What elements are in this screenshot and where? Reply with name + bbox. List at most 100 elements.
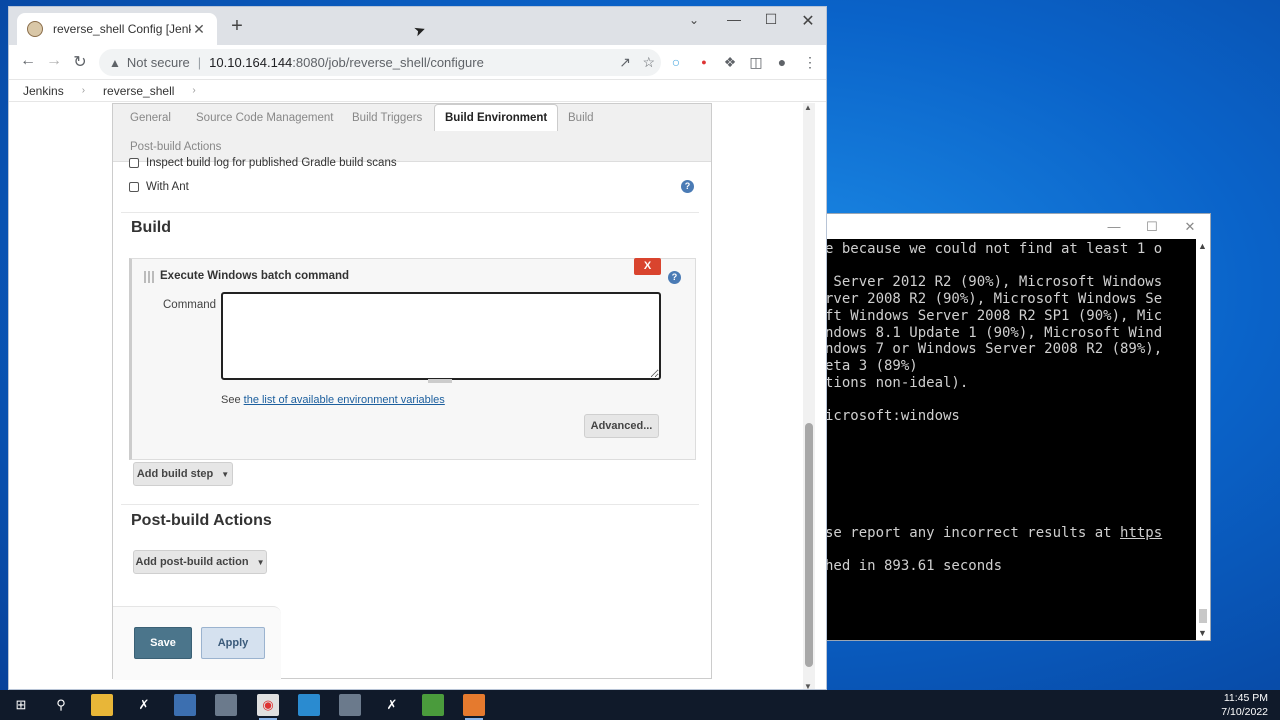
with-ant-label: With Ant [146,181,189,193]
chrome-icon[interactable]: ◉ [257,694,279,720]
maximize-icon[interactable]: ☐ [756,11,786,28]
app-x-icon[interactable]: ✗ [381,694,403,716]
file-explorer-icon[interactable] [91,694,113,716]
config-form: General Source Code Management Build Tri… [112,103,712,680]
terminal-line: se report any incorrect results at https [825,525,1197,542]
windows-start-icon[interactable]: ⊞ [10,694,32,716]
advanced-button[interactable]: Advanced... [584,414,659,438]
breadcrumb-arrow-icon[interactable]: › [192,85,195,96]
record-icon[interactable]: ● [695,57,713,67]
breadcrumb-job[interactable]: reverse_shell [103,84,174,98]
app-x-icon[interactable]: ✗ [133,694,155,716]
save-bar: Save Apply [113,606,281,680]
maximize-icon[interactable]: ☐ [1137,217,1167,237]
add-build-step-button[interactable]: Add build step ▼ [133,462,233,486]
scroll-down-icon[interactable]: ▼ [804,682,812,689]
kebab-menu-icon[interactable]: ⋮ [801,54,819,71]
terminal-line [825,258,1197,275]
security-label[interactable]: Not secure [127,55,190,70]
scroll-down-icon[interactable]: ▼ [1198,628,1207,638]
tab-general[interactable]: General [130,112,171,124]
with-ant-checkbox[interactable] [129,182,139,192]
address-bar[interactable]: ▲ Not secure | 10.10.164.144 :8080/job/r… [99,49,661,76]
post-build-section-title: Post-build Actions [131,512,272,529]
tab-build[interactable]: Build [568,112,594,124]
help-icon[interactable]: ? [681,180,694,193]
delete-step-button[interactable]: X [634,258,661,275]
add-post-build-action-button[interactable]: Add post-build action ▼ [133,550,267,574]
forward-arrow-icon[interactable]: → [43,52,65,70]
tab-source-code-management[interactable]: Source Code Management [196,112,333,124]
network-app-icon[interactable] [174,694,196,716]
close-icon[interactable]: ✕ [1175,217,1205,237]
reload-icon[interactable]: ↻ [69,52,91,72]
save-button[interactable]: Save [134,627,192,659]
command-textarea[interactable] [221,292,661,380]
terminal-line [825,492,1197,509]
terminal-line: eta 3 (89%) [825,358,1197,375]
terminal-window[interactable]: — ☐ ✕ e because we could not find at lea… [810,213,1211,641]
server-manager-icon[interactable] [215,694,237,716]
taskbar: ⊞ ⚲ ✗ ◉ ✗ 11:45 PM 7/10/2022 [0,690,1280,720]
browser-tab[interactable]: reverse_shell Config [Jenkins] ✕ [17,13,217,45]
minimize-icon[interactable]: — [1099,217,1129,237]
terminal-line: rver 2008 R2 (90%), Microsoft Windows Se [825,291,1197,308]
extensions-puzzle-icon[interactable]: ❖ [721,54,739,71]
gradle-option[interactable]: Inspect build log for published Gradle b… [129,157,397,169]
textarea-resize-grip[interactable] [428,379,452,383]
build-step: Execute Windows batch command X ? Comman… [129,258,696,460]
terminal-line-text: icrosoft:windows [825,408,960,425]
share-icon[interactable]: ↗ [619,54,631,71]
tab-search-icon[interactable]: ⌄ [679,13,709,27]
terminal-link[interactable]: https [1120,525,1162,541]
extension-circle-icon[interactable]: ○ [667,54,685,70]
scroll-thumb[interactable] [1199,609,1207,623]
close-icon[interactable]: ✕ [793,11,823,31]
minimize-icon[interactable]: — [719,11,749,27]
clock-date: 7/10/2022 [1221,706,1268,718]
tab-build-triggers[interactable]: Build Triggers [352,112,422,124]
taskbar-clock[interactable]: 11:45 PM 7/10/2022 [1221,691,1268,719]
caret-down-icon: ▼ [221,469,230,479]
terminal-line-text: eta 3 (89%) [825,357,918,374]
build-step-title: Execute Windows batch command [160,270,350,282]
scroll-up-icon[interactable]: ▲ [1198,241,1207,251]
page-scrollbar[interactable]: ▲ ▼ [803,103,815,689]
computer-icon[interactable] [339,694,361,716]
gradle-checkbox[interactable] [129,158,139,168]
terminal-scrollbar[interactable]: ▲ ▼ [1196,239,1210,640]
with-ant-option[interactable]: With Ant [129,181,189,193]
scroll-up-icon[interactable]: ▲ [804,103,812,112]
add-build-step-label: Add build step [136,468,214,480]
warning-icon[interactable]: ▲ [109,56,121,70]
breadcrumb-jenkins[interactable]: Jenkins [23,84,64,98]
terminal-line: ft Windows Server 2008 R2 SP1 (90%), Mic [825,308,1197,325]
new-tab-icon[interactable]: + [227,15,247,38]
apply-button[interactable]: Apply [201,627,265,659]
terminal-line-text: ft Windows Server 2008 R2 SP1 (90%), Mic [825,307,1163,324]
tab-post-build-actions[interactable]: Post-build Actions [130,141,221,153]
back-arrow-icon[interactable]: ← [17,52,39,70]
terminal-line [825,542,1197,559]
drag-handle-icon[interactable] [144,271,154,283]
help-icon[interactable]: ? [668,271,681,284]
terminal-line [825,458,1197,475]
profile-avatar-icon[interactable]: ● [773,54,791,70]
terminal-line [825,441,1197,458]
bookmark-star-icon[interactable]: ☆ [642,54,655,71]
side-panel-icon[interactable]: ◫ [747,54,765,71]
terminal-line-text: e because we could not find at least 1 o [825,241,1163,257]
terminal-titlebar[interactable]: — ☐ ✕ [811,214,1210,239]
close-tab-icon[interactable]: ✕ [191,21,207,38]
scroll-thumb[interactable] [805,423,813,667]
url-host: 10.10.164.144 [209,55,293,70]
terminal-app-icon[interactable] [463,694,485,720]
tab-build-environment[interactable]: Build Environment [434,104,559,131]
app-frame-icon[interactable] [298,694,320,716]
jenkins-favicon-icon [27,21,43,37]
search-icon[interactable]: ⚲ [50,694,72,716]
terminal-output: e because we could not find at least 1 o… [811,239,1197,640]
breadcrumb-arrow-icon[interactable]: › [82,85,85,96]
document-icon[interactable] [422,694,444,716]
env-variables-link[interactable]: the list of available environment variab… [244,394,445,406]
